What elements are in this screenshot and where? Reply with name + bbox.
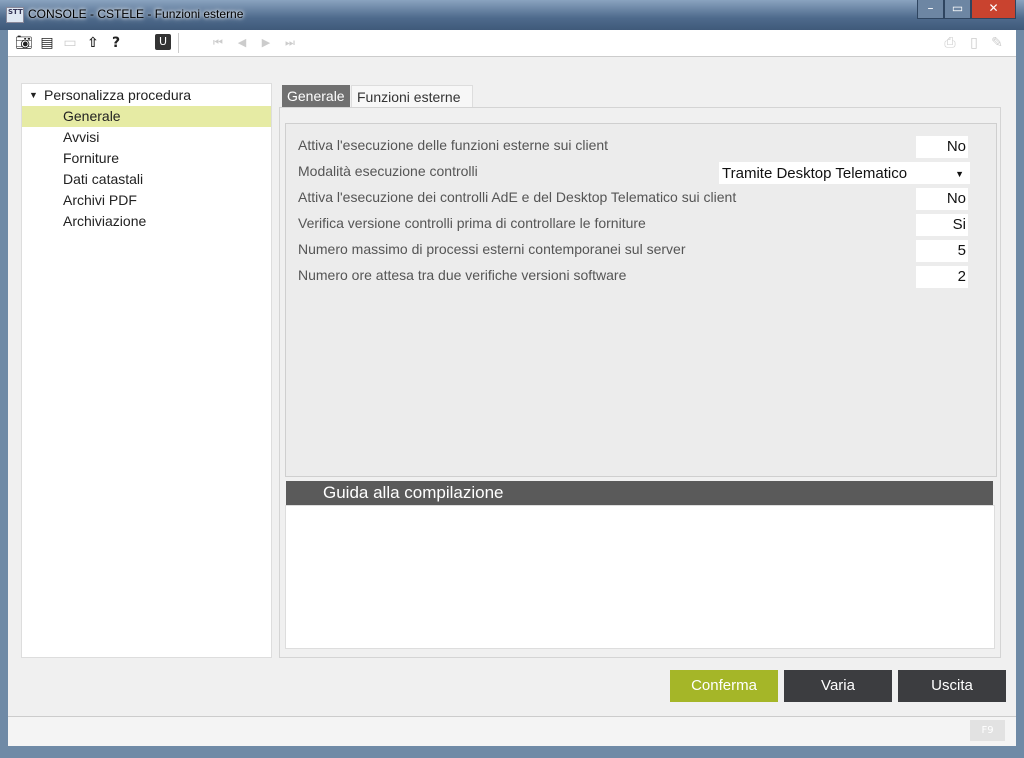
tree-panel: ▼ Personalizza procedura Generale Avvisi … [21,83,272,658]
max-processes-field[interactable]: 5 [916,240,968,262]
tree-root[interactable]: ▼ Personalizza procedura [22,85,271,106]
row-label: Attiva l'esecuzione dei controlli AdE e … [298,189,737,205]
window-title: CONSOLE - CSTELE - Funzioni esterne [28,7,244,21]
tab-funzioni-esterne[interactable]: Funzioni esterne [351,85,473,107]
minimize-button[interactable]: – [917,0,944,19]
row-label: Verifica versione controlli prima di con… [298,215,646,231]
folder-icon[interactable]: ▭ [61,34,79,52]
confirm-button[interactable]: Conferma [670,670,778,702]
first-icon[interactable]: ⏮ [209,34,227,52]
upload-icon[interactable]: ⇧ [84,34,102,52]
edit-button[interactable]: Varia [784,670,892,702]
maximize-button[interactable]: ▭ [944,0,971,19]
help-icon[interactable]: ? [107,34,125,52]
tree-item-forniture[interactable]: Forniture [22,148,271,169]
tree-item-archiviazione[interactable]: Archiviazione [22,211,271,232]
expand-arrow-icon: ▼ [29,90,38,100]
execution-mode-select[interactable]: Tramite Desktop Telematico ▼ [719,162,970,184]
last-icon[interactable]: ⏭ [281,34,299,52]
guide-header: Guida alla compilazione [286,481,993,505]
tree-root-label: Personalizza procedura [44,87,192,103]
tree-item-generale[interactable]: Generale [22,106,271,127]
printer-icon[interactable]: ▤ [38,34,56,52]
tab-generale[interactable]: Generale [282,85,350,107]
row-label: Modalità esecuzione controlli [298,163,478,179]
chevron-down-icon[interactable]: ▼ [955,162,964,186]
toolbar-divider [178,33,179,53]
app-logo: STT [6,7,24,23]
clipboard-icon[interactable]: ▯ [965,34,983,52]
ade-controls-field[interactable]: No [916,188,968,210]
row-label: Numero massimo di processi esterni conte… [298,241,686,257]
status-bar [8,716,1016,746]
tree-item-archivi-pdf[interactable]: Archivi PDF [22,190,271,211]
close-button[interactable]: ✕ [971,0,1016,19]
verify-version-field[interactable]: Si [916,214,968,236]
print-icon[interactable]: ⎙ [941,34,959,52]
tree-item-dati-catastali[interactable]: Dati catastali [22,169,271,190]
select-value: Tramite Desktop Telematico [722,165,908,182]
pencil-icon[interactable]: ✎ [988,34,1006,52]
wait-hours-field[interactable]: 2 [916,266,968,288]
prev-icon[interactable]: ◀ [233,34,251,52]
row-label: Numero ore attesa tra due verifiche vers… [298,267,627,283]
exit-button[interactable]: Uscita [898,670,1006,702]
u-icon[interactable]: U [155,34,171,50]
f9-button[interactable]: F9 [970,720,1005,741]
guide-body [285,505,995,649]
row-label: Attiva l'esecuzione delle funzioni ester… [298,137,609,153]
camera-icon[interactable]: 📷︎ [15,34,33,52]
tree-item-avvisi[interactable]: Avvisi [22,127,271,148]
external-functions-field[interactable]: No [916,136,968,158]
next-icon[interactable]: ▶ [257,34,275,52]
